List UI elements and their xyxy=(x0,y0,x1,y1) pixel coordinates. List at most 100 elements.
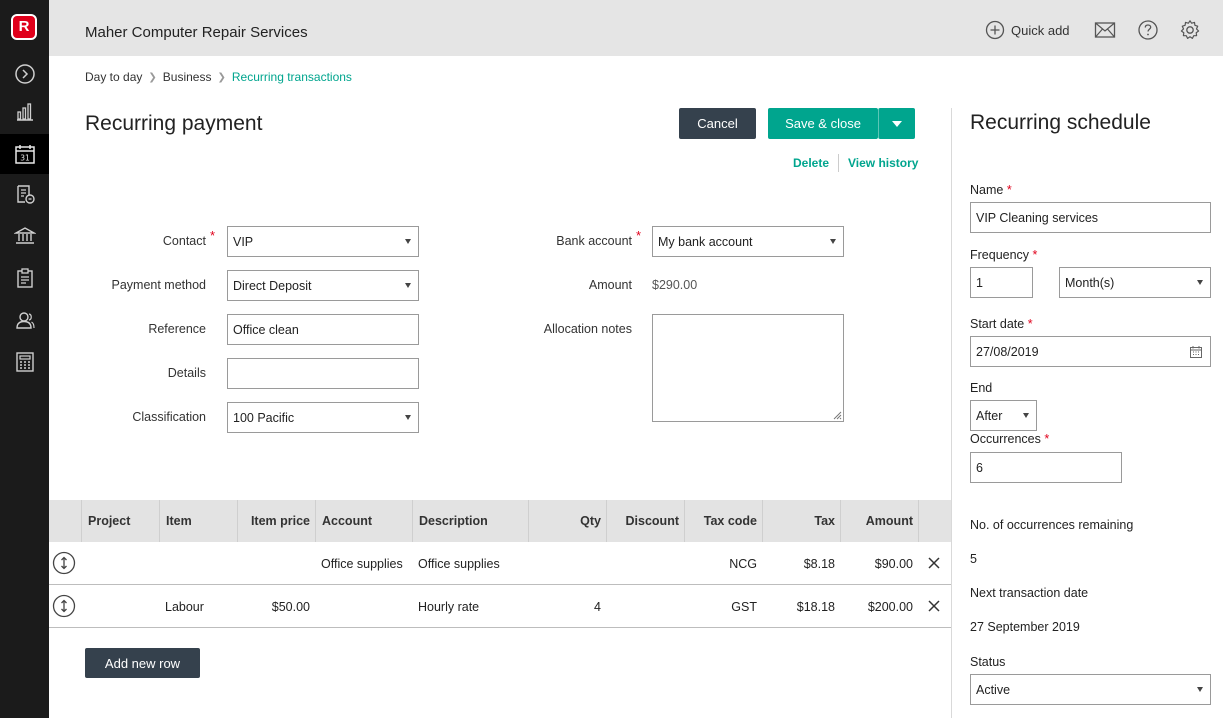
bank-account-select[interactable]: My bank account xyxy=(652,226,844,257)
required-marker: * xyxy=(1027,317,1033,331)
reference-input[interactable]: Office clean xyxy=(227,314,419,345)
help-icon[interactable] xyxy=(1137,19,1159,41)
cell-project[interactable] xyxy=(81,542,160,585)
contact-label: Contact xyxy=(162,234,206,248)
start-date-value: 27/08/2019 xyxy=(976,344,1039,359)
receipt-icon xyxy=(16,185,35,204)
svg-text:31: 31 xyxy=(20,154,30,163)
column-header-item-price: Item price xyxy=(237,500,316,542)
cell-amount[interactable]: $90.00 xyxy=(840,542,919,585)
nav-day-to-day[interactable]: 31 xyxy=(0,134,49,174)
frequency-number-input[interactable]: 1 xyxy=(970,267,1033,298)
payment-method-select[interactable]: Direct Deposit xyxy=(227,270,419,301)
cell-qty[interactable]: 4 xyxy=(528,585,607,628)
start-date-input[interactable]: 27/08/2019 xyxy=(970,336,1211,367)
cell-discount[interactable] xyxy=(606,585,685,628)
column-header-item: Item xyxy=(159,500,238,542)
cell-item-price[interactable]: $50.00 xyxy=(237,585,316,628)
column-header-account: Account xyxy=(315,500,413,542)
breadcrumb-business[interactable]: Business xyxy=(163,70,212,84)
column-header-qty: Qty xyxy=(528,500,607,542)
view-history-link[interactable]: View history xyxy=(848,156,918,170)
cell-account[interactable] xyxy=(315,585,413,628)
occurrences-input[interactable]: 6 xyxy=(970,452,1122,483)
cancel-button[interactable]: Cancel xyxy=(679,108,756,139)
status-label: Status xyxy=(970,655,1006,669)
expand-icon xyxy=(14,64,35,84)
cell-qty[interactable] xyxy=(528,542,607,585)
amount-value: $290.00 xyxy=(652,278,698,292)
calendar-picker-icon[interactable] xyxy=(1190,346,1202,358)
cell-tax-code[interactable]: NCG xyxy=(684,542,763,585)
dropdown-arrow-icon xyxy=(405,415,411,420)
drag-handle-icon[interactable] xyxy=(52,594,76,618)
contacts-icon xyxy=(15,312,35,329)
end-select[interactable]: After xyxy=(970,400,1037,431)
frequency-label: Frequency * xyxy=(970,248,1038,262)
column-header-description: Description xyxy=(412,500,529,542)
cell-item[interactable] xyxy=(159,542,238,585)
breadcrumb-recurring-transactions[interactable]: Recurring transactions xyxy=(232,70,352,84)
frequency-unit-select[interactable]: Month(s) xyxy=(1059,267,1211,298)
app-logo[interactable]: R xyxy=(11,14,37,40)
required-marker: * xyxy=(1032,248,1038,262)
dropdown-arrow-icon xyxy=(1197,687,1203,692)
details-input[interactable] xyxy=(227,358,419,389)
reference-value: Office clean xyxy=(233,322,299,337)
status-select[interactable]: Active xyxy=(970,674,1211,705)
details-label: Details xyxy=(167,366,206,380)
required-marker: * xyxy=(1006,183,1012,197)
classification-select[interactable]: 100 Pacific xyxy=(227,402,419,433)
cell-amount[interactable]: $200.00 xyxy=(840,585,919,628)
nav-calculator[interactable] xyxy=(0,342,49,382)
schedule-name-value: VIP Cleaning services xyxy=(976,210,1099,225)
breadcrumb-chevron-icon: ❯ xyxy=(148,71,157,83)
schedule-name-input[interactable]: VIP Cleaning services xyxy=(970,202,1211,233)
cell-description[interactable]: Hourly rate xyxy=(412,585,529,628)
quick-add-button[interactable]: Quick add xyxy=(985,20,1070,40)
required-marker: * xyxy=(1044,432,1050,446)
cell-item-price[interactable] xyxy=(237,542,316,585)
cell-account[interactable]: Office supplies xyxy=(315,542,413,585)
breadcrumb-day-to-day[interactable]: Day to day xyxy=(85,70,142,84)
drag-handle-icon[interactable] xyxy=(52,551,76,575)
end-value: After xyxy=(976,408,1003,423)
dropdown-arrow-icon xyxy=(405,239,411,244)
cell-tax-code[interactable]: GST xyxy=(684,585,763,628)
expand-nav-button[interactable] xyxy=(0,54,49,94)
cell-description[interactable]: Office supplies xyxy=(412,542,529,585)
cell-project[interactable] xyxy=(81,585,160,628)
dropdown-arrow-icon xyxy=(405,283,411,288)
nav-accounting[interactable] xyxy=(0,258,49,298)
reference-label: Reference xyxy=(148,322,206,336)
remove-row-close-icon[interactable] xyxy=(926,598,942,614)
nav-contacts[interactable] xyxy=(0,300,49,340)
cell-discount[interactable] xyxy=(606,542,685,585)
amount-label: Amount xyxy=(588,278,632,292)
remaining-value: 5 xyxy=(970,552,977,566)
nav-banking[interactable] xyxy=(0,216,49,256)
allocation-notes-textarea[interactable] xyxy=(652,314,844,422)
occurrences-label: Occurrences * xyxy=(970,432,1050,446)
add-new-row-button[interactable]: Add new row xyxy=(85,648,200,678)
save-options-dropdown-button[interactable] xyxy=(878,108,915,139)
link-divider xyxy=(838,154,839,172)
nav-sales[interactable] xyxy=(0,174,49,214)
settings-gear-icon[interactable] xyxy=(1179,19,1201,41)
company-name: Maher Computer Repair Services xyxy=(85,24,308,41)
next-transaction-date-value: 27 September 2019 xyxy=(970,620,1080,634)
frequency-unit-value: Month(s) xyxy=(1065,275,1115,290)
column-header-discount: Discount xyxy=(606,500,685,542)
remove-row-close-icon[interactable] xyxy=(926,555,942,571)
nav-reports[interactable] xyxy=(0,92,49,132)
save-close-button[interactable]: Save & close xyxy=(768,108,878,139)
delete-link[interactable]: Delete xyxy=(793,156,829,170)
mail-icon[interactable] xyxy=(1094,19,1116,41)
resize-grip-icon[interactable] xyxy=(832,410,842,420)
occurrences-value: 6 xyxy=(976,460,983,475)
dropdown-arrow-icon xyxy=(830,239,836,244)
calculator-icon xyxy=(15,352,34,372)
contact-select[interactable]: VIP xyxy=(227,226,419,257)
dropdown-arrow-icon xyxy=(1197,280,1203,285)
cell-item[interactable]: Labour xyxy=(159,585,238,628)
